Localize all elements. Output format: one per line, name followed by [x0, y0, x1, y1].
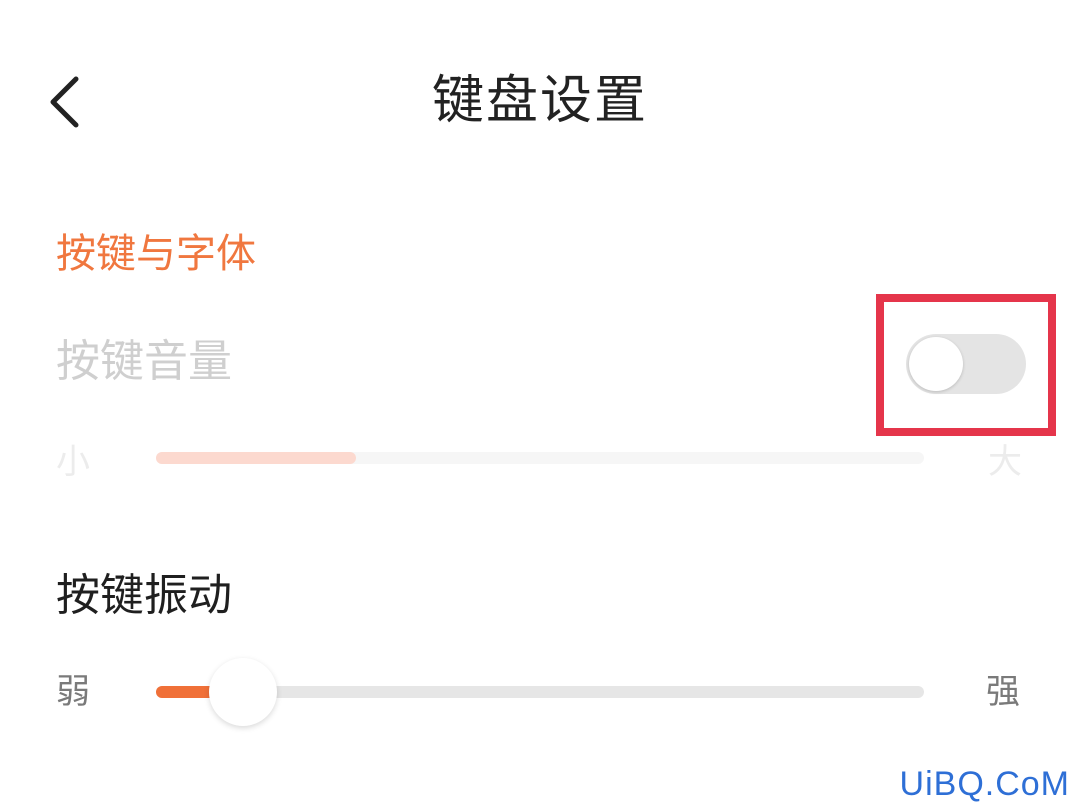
vibration-slider-thumb[interactable] — [209, 658, 277, 726]
volume-max-label: 大 — [988, 442, 1022, 482]
watermark: UiBQ.CoM — [899, 765, 1070, 803]
key-volume-toggle[interactable] — [906, 334, 1026, 394]
volume-slider-fill — [156, 452, 356, 464]
volume-min-label: 小 — [56, 442, 90, 482]
key-vibration-label: 按键振动 — [56, 570, 232, 621]
vibration-min-label: 弱 — [56, 672, 90, 712]
section-header: 按键与字体 — [56, 231, 256, 277]
key-volume-slider[interactable] — [156, 452, 924, 464]
page-title: 键盘设置 — [431, 71, 648, 131]
key-volume-label: 按键音量 — [56, 336, 232, 387]
key-vibration-slider[interactable] — [156, 658, 924, 726]
toggle-knob — [909, 337, 963, 391]
vibration-max-label: 强 — [986, 672, 1020, 712]
